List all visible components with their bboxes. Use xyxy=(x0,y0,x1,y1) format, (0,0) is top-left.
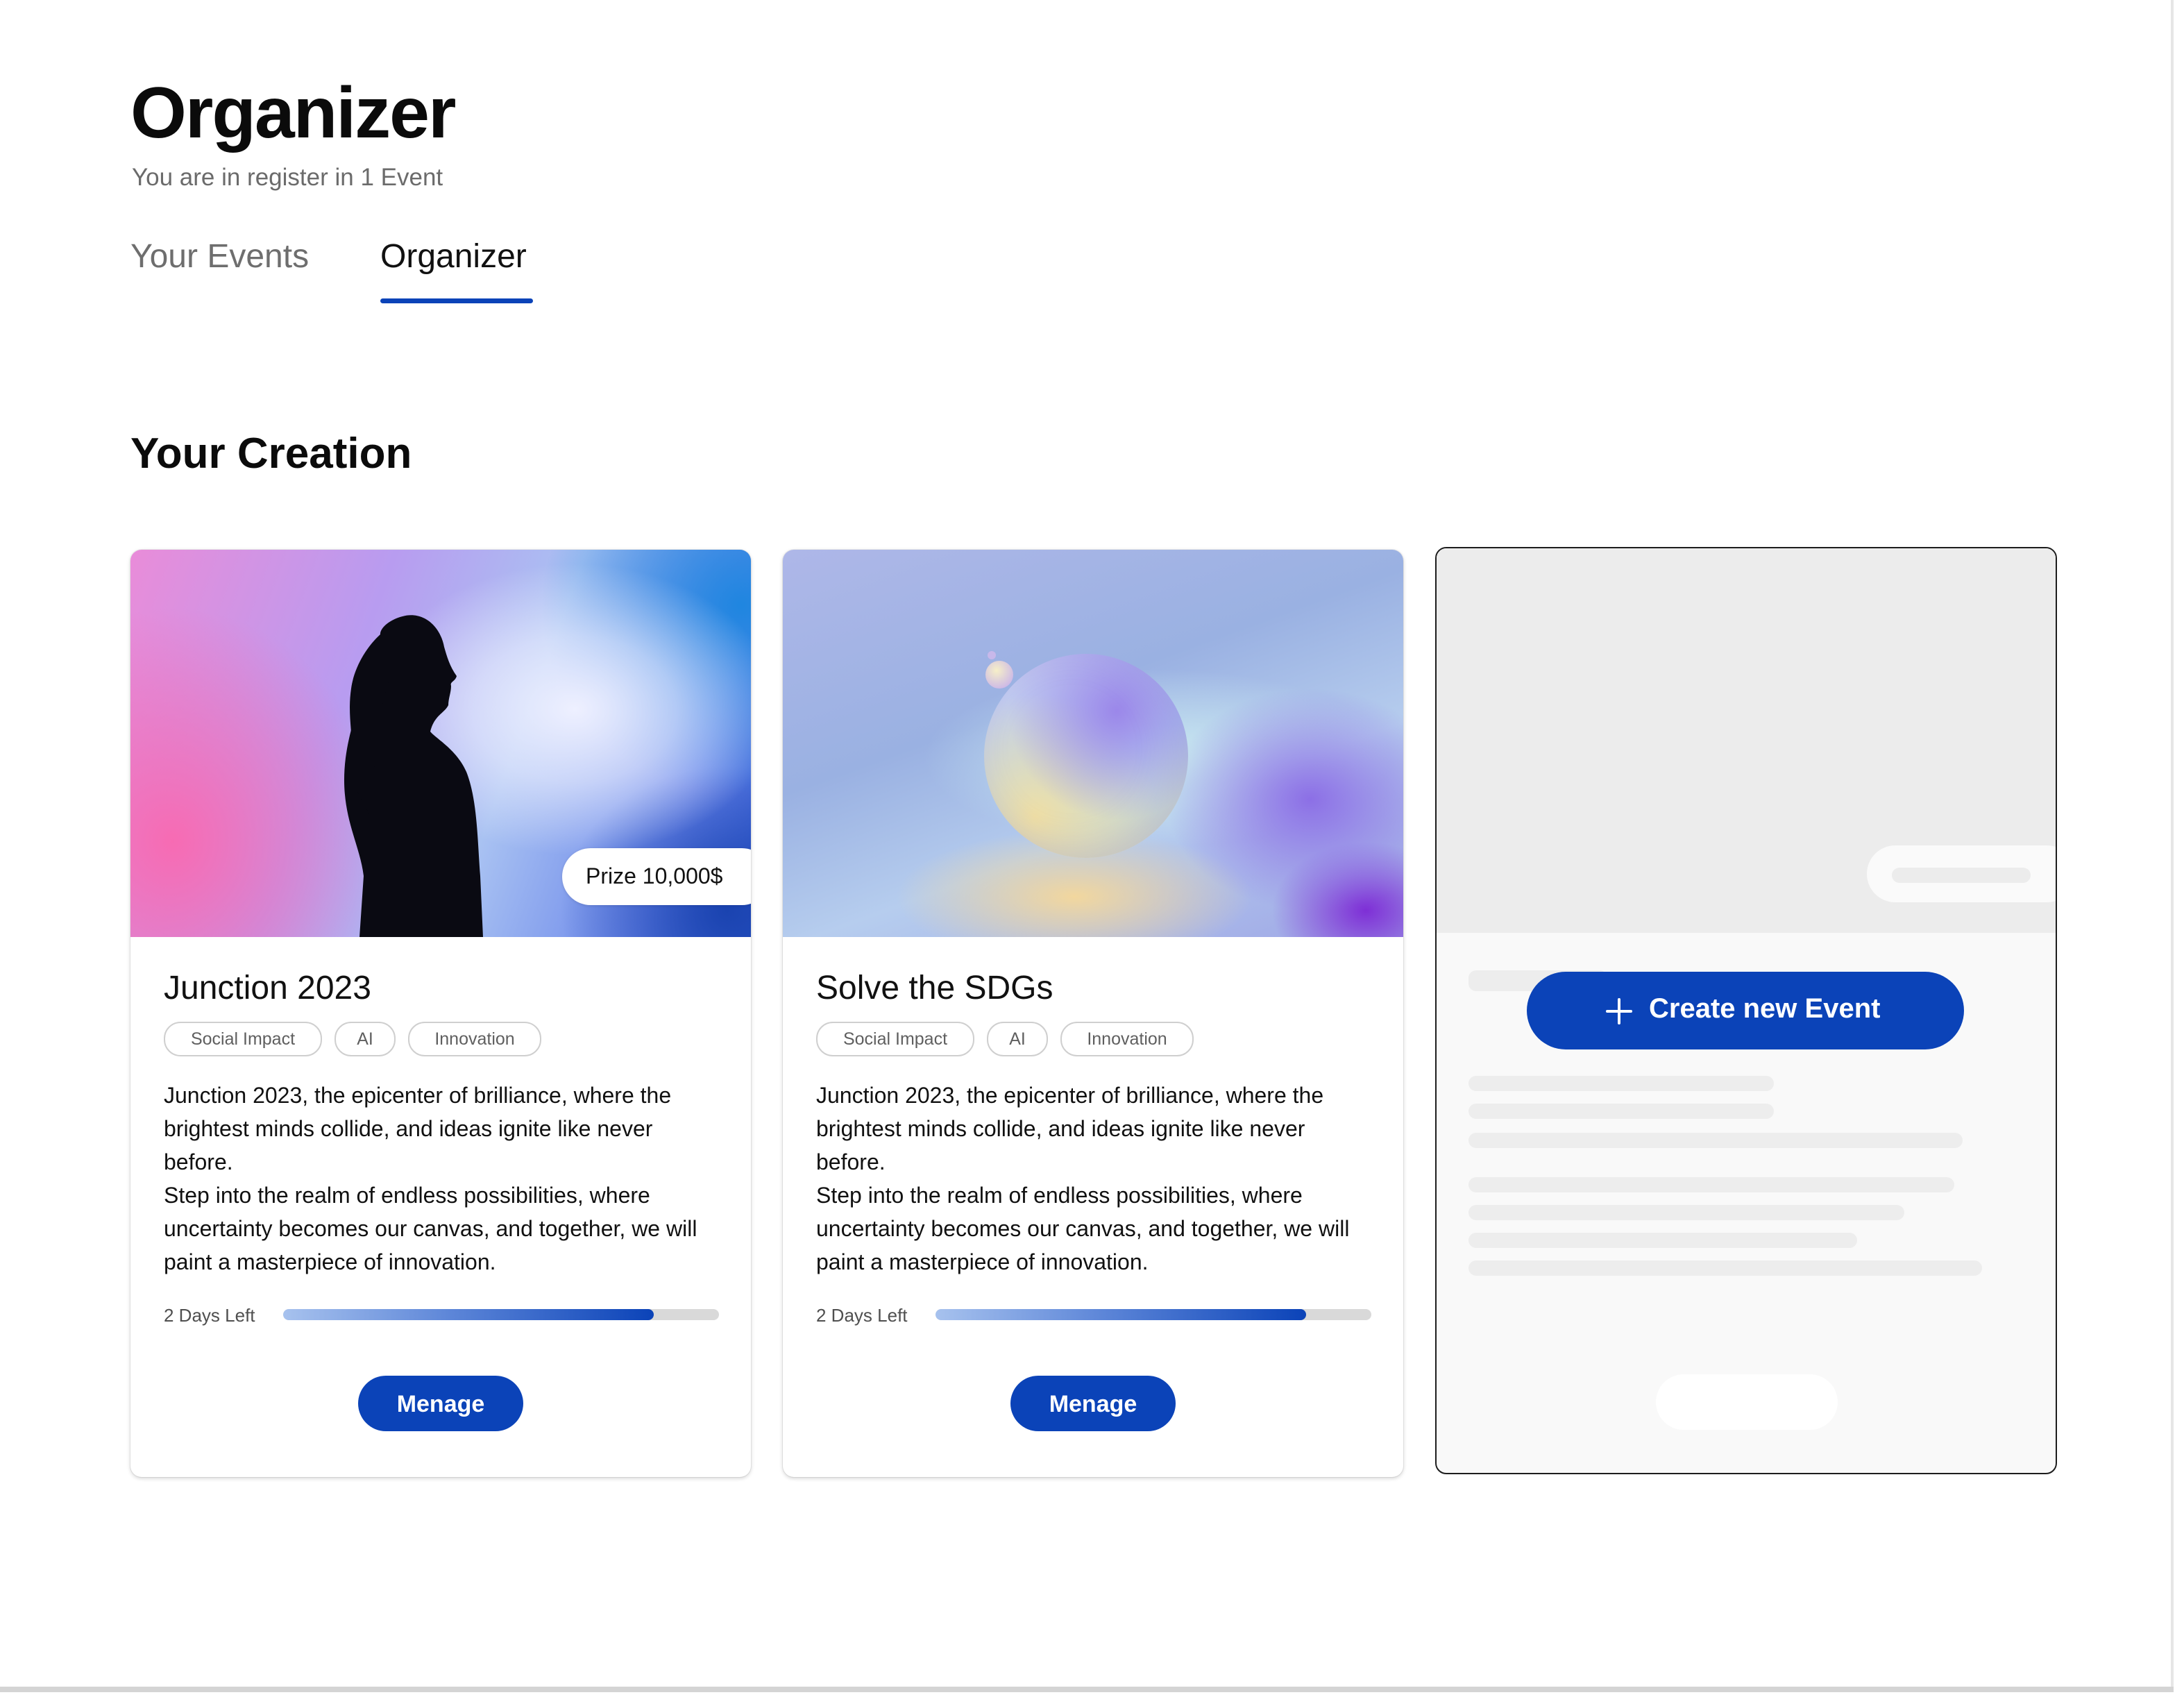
tab-organizer[interactable]: Organizer xyxy=(380,237,527,276)
organizer-page: Organizer You are in register in 1 Event… xyxy=(0,0,2184,1704)
time-progress-bar xyxy=(936,1309,1371,1320)
tiny-sphere-illustration xyxy=(988,651,996,659)
description-paragraph: Step into the realm of endless possibili… xyxy=(816,1183,1350,1274)
time-progress-fill xyxy=(283,1309,654,1320)
tag-social-impact: Social Impact xyxy=(164,1022,322,1056)
create-new-event-button[interactable]: Create new Event xyxy=(1527,972,1964,1049)
create-new-event-label: Create new Event xyxy=(1649,993,1881,1024)
manage-button[interactable]: Menage xyxy=(358,1376,523,1431)
small-sphere-illustration xyxy=(985,661,1013,689)
event-card-junction: Prize 10,000$ Junction 2023 Social Impac… xyxy=(130,550,751,1477)
description-paragraph: Junction 2023, the epicenter of brillian… xyxy=(164,1083,672,1174)
event-cover-image xyxy=(783,550,1403,937)
placeholder-line xyxy=(1468,1205,1904,1220)
page-subtitle: You are in register in 1 Event xyxy=(132,164,443,191)
placeholder-line xyxy=(1468,1260,1982,1276)
event-card-sdgs: Solve the SDGs Social Impact AI Innovati… xyxy=(783,550,1403,1477)
description-paragraph: Junction 2023, the epicenter of brillian… xyxy=(816,1083,1324,1174)
tag-ai: AI xyxy=(335,1022,396,1056)
plus-icon xyxy=(1606,998,1632,1024)
page-title: Organizer xyxy=(130,73,456,153)
tag-innovation: Innovation xyxy=(408,1022,541,1056)
placeholder-line xyxy=(1468,1177,1954,1192)
time-progress-bar xyxy=(283,1309,719,1320)
active-tab-indicator xyxy=(380,298,533,303)
time-progress-fill xyxy=(936,1309,1306,1320)
days-left-label: 2 Days Left xyxy=(164,1305,255,1326)
placeholder-line xyxy=(1468,1076,1774,1091)
event-title: Junction 2023 xyxy=(164,970,371,1006)
event-description: Junction 2023, the epicenter of brillian… xyxy=(164,1079,719,1279)
tag-ai: AI xyxy=(987,1022,1048,1056)
days-left-label: 2 Days Left xyxy=(816,1305,908,1326)
placeholder-line xyxy=(1468,1233,1857,1248)
description-paragraph: Step into the realm of endless possibili… xyxy=(164,1183,697,1274)
page-bottom-edge xyxy=(0,1687,2174,1692)
prize-label: Prize 10,000$ xyxy=(586,863,723,888)
section-title: Your Creation xyxy=(130,430,412,478)
prize-badge: Prize 10,000$ xyxy=(562,848,751,905)
page-right-edge xyxy=(2171,0,2174,1691)
placeholder-line xyxy=(1468,1104,1774,1119)
sphere-illustration xyxy=(984,654,1188,858)
placeholder-button xyxy=(1656,1374,1838,1430)
tag-innovation: Innovation xyxy=(1060,1022,1194,1056)
tab-your-events[interactable]: Your Events xyxy=(130,237,309,276)
placeholder-line xyxy=(1468,1133,1963,1148)
manage-button[interactable]: Menage xyxy=(1010,1376,1176,1431)
event-title: Solve the SDGs xyxy=(816,970,1053,1006)
event-cover-image: Prize 10,000$ xyxy=(130,550,751,937)
event-description: Junction 2023, the epicenter of brillian… xyxy=(816,1079,1371,1279)
placeholder-badge-line xyxy=(1892,868,2031,883)
tag-social-impact: Social Impact xyxy=(816,1022,974,1056)
